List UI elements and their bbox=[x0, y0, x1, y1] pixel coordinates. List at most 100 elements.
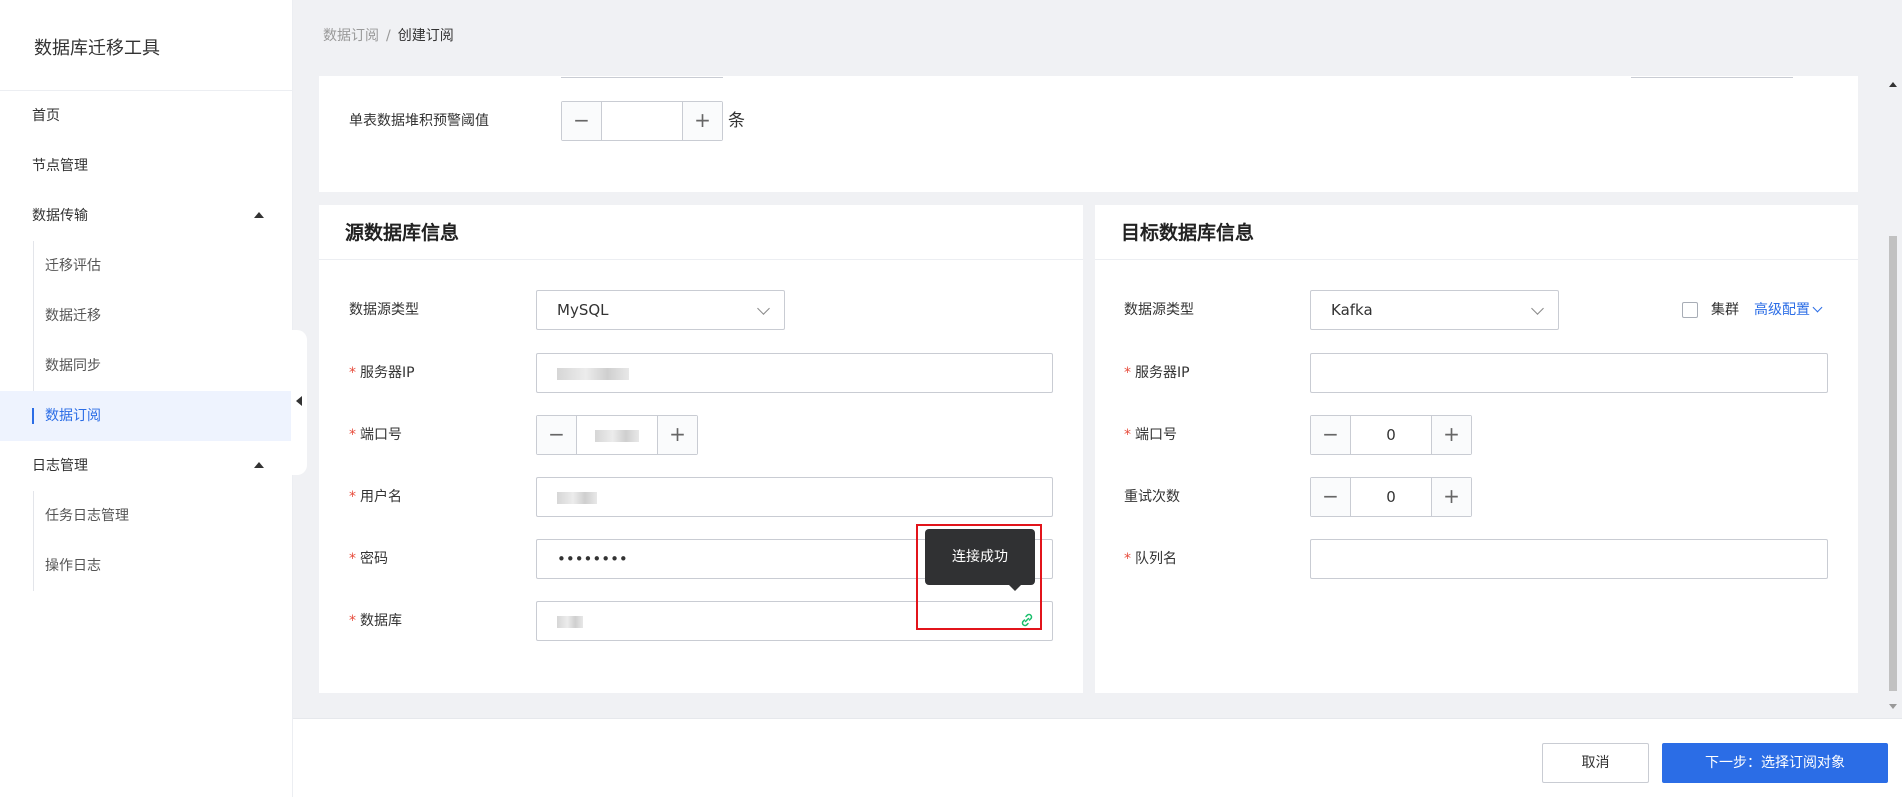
source-port-stepper[interactable]: − + bbox=[536, 415, 698, 455]
target-queue-input[interactable] bbox=[1310, 539, 1828, 579]
sidebar-item-log-management[interactable]: 日志管理 bbox=[0, 441, 292, 491]
plus-icon[interactable]: + bbox=[1431, 416, 1471, 454]
content-scrollbar[interactable] bbox=[1884, 76, 1902, 716]
sidebar-item-label: 迁移评估 bbox=[45, 258, 101, 274]
target-ip-label: * 服务器IP bbox=[1124, 353, 1190, 393]
target-queue-label-text: 队列名 bbox=[1135, 551, 1177, 567]
redacted-value bbox=[557, 367, 629, 380]
sidebar-item-home[interactable]: 首页 bbox=[0, 91, 292, 141]
source-type-label: 数据源类型 bbox=[349, 302, 419, 318]
redacted-value bbox=[557, 491, 597, 504]
minus-icon[interactable]: − bbox=[1311, 416, 1351, 454]
target-db-panel: 目标数据库信息 数据源类型 Kafka 集群 高级配置 * 服务器IP * 端口号 … bbox=[1095, 205, 1858, 693]
source-ip-label: * 服务器IP bbox=[349, 353, 415, 393]
target-type-row: 数据源类型 Kafka 集群 高级配置 bbox=[1095, 290, 1858, 330]
target-ip-row: * 服务器IP bbox=[1095, 353, 1858, 393]
source-user-label: * 用户名 bbox=[349, 477, 402, 517]
caret-up-icon bbox=[254, 462, 264, 468]
target-port-row: * 端口号 − 0 + bbox=[1095, 415, 1858, 455]
plus-icon[interactable]: + bbox=[682, 102, 722, 140]
minus-icon[interactable]: − bbox=[562, 102, 602, 140]
source-db-label-text: 数据库 bbox=[360, 613, 402, 629]
source-password-label-text: 密码 bbox=[360, 551, 388, 567]
source-ip-row: * 服务器IP bbox=[319, 353, 1083, 393]
required-mark: * bbox=[349, 489, 356, 505]
threshold-unit: 条 bbox=[728, 111, 745, 131]
sidebar-item-migration-assessment[interactable]: 迁移评估 bbox=[0, 241, 292, 291]
plus-icon[interactable]: + bbox=[657, 416, 697, 454]
sidebar-item-label: 首页 bbox=[32, 108, 60, 124]
target-retry-stepper[interactable]: − 0 + bbox=[1310, 477, 1472, 517]
sidebar-item-label: 操作日志 bbox=[45, 558, 101, 574]
source-panel-title: 源数据库信息 bbox=[319, 205, 1083, 260]
target-port-label: * 端口号 bbox=[1124, 415, 1177, 455]
sidebar-item-data-migration[interactable]: 数据迁移 bbox=[0, 291, 292, 341]
breadcrumb-parent[interactable]: 数据订阅 bbox=[323, 28, 379, 44]
submenu-log-management: 任务日志管理 操作日志 bbox=[0, 491, 292, 591]
threshold-value[interactable] bbox=[602, 102, 682, 140]
minus-icon[interactable]: − bbox=[1311, 478, 1351, 516]
redacted-value bbox=[595, 429, 639, 442]
sidebar-collapse-toggle[interactable] bbox=[291, 330, 307, 475]
threshold-stepper[interactable]: − + bbox=[561, 101, 723, 141]
chevron-down-icon bbox=[1812, 302, 1823, 313]
source-password-label: * 密码 bbox=[349, 539, 388, 579]
cluster-checkbox[interactable] bbox=[1682, 302, 1698, 318]
target-retry-value[interactable]: 0 bbox=[1351, 478, 1431, 516]
cancel-button[interactable]: 取消 bbox=[1542, 743, 1649, 783]
source-db-label: * 数据库 bbox=[349, 601, 402, 641]
stepper-partial bbox=[1631, 76, 1793, 78]
source-type-row: 数据源类型 MySQL bbox=[319, 290, 1083, 330]
source-user-input[interactable] bbox=[536, 477, 1053, 517]
source-type-select[interactable]: MySQL bbox=[536, 290, 785, 330]
target-type-label: 数据源类型 bbox=[1124, 302, 1194, 318]
scroll-down-icon[interactable] bbox=[1889, 704, 1897, 709]
source-password-value: •••••••• bbox=[557, 550, 628, 568]
advanced-config-link[interactable]: 高级配置 bbox=[1754, 290, 1823, 330]
submenu-data-transfer: 迁移评估 数据迁移 数据同步 数据订阅 bbox=[0, 241, 292, 441]
highlight-box bbox=[916, 524, 1042, 630]
required-mark: * bbox=[349, 427, 356, 443]
sidebar-item-label: 数据订阅 bbox=[45, 408, 101, 424]
plus-icon[interactable]: + bbox=[1431, 478, 1471, 516]
subscription-settings-panel: 单表数据堆积预警阈值 − + 条 bbox=[319, 76, 1858, 192]
sidebar-item-label: 数据同步 bbox=[45, 358, 101, 374]
minus-icon[interactable]: − bbox=[537, 416, 577, 454]
advanced-config-label: 高级配置 bbox=[1754, 302, 1810, 318]
target-type-select[interactable]: Kafka bbox=[1310, 290, 1559, 330]
required-mark: * bbox=[1124, 365, 1131, 381]
sidebar-item-task-logs[interactable]: 任务日志管理 bbox=[0, 491, 292, 541]
threshold-row: 单表数据堆积预警阈值 − + 条 bbox=[319, 101, 1858, 141]
source-port-value[interactable] bbox=[577, 416, 657, 454]
target-queue-row: * 队列名 bbox=[1095, 539, 1858, 579]
sidebar-item-label: 任务日志管理 bbox=[45, 508, 129, 524]
sidebar-item-data-sync[interactable]: 数据同步 bbox=[0, 341, 292, 391]
sidebar-item-node-management[interactable]: 节点管理 bbox=[0, 141, 292, 191]
source-type-value: MySQL bbox=[557, 301, 609, 319]
redacted-value bbox=[557, 615, 583, 628]
target-ip-input[interactable] bbox=[1310, 353, 1828, 393]
target-port-value[interactable]: 0 bbox=[1351, 416, 1431, 454]
target-queue-label: * 队列名 bbox=[1124, 539, 1177, 579]
scroll-up-icon[interactable] bbox=[1889, 82, 1897, 87]
source-ip-input[interactable] bbox=[536, 353, 1053, 393]
cluster-label: 集群 bbox=[1711, 302, 1739, 318]
source-port-label: * 端口号 bbox=[349, 415, 402, 455]
required-mark: * bbox=[349, 551, 356, 567]
source-port-label-text: 端口号 bbox=[360, 427, 402, 443]
target-panel-title: 目标数据库信息 bbox=[1095, 205, 1858, 260]
next-step-button[interactable]: 下一步：选择订阅对象 bbox=[1662, 743, 1888, 783]
target-port-label-text: 端口号 bbox=[1135, 427, 1177, 443]
sidebar-item-label: 数据迁移 bbox=[45, 308, 101, 324]
sidebar-item-data-subscription[interactable]: 数据订阅 bbox=[0, 391, 292, 441]
source-ip-label-text: 服务器IP bbox=[360, 365, 415, 381]
sidebar-item-operation-logs[interactable]: 操作日志 bbox=[0, 541, 292, 591]
scrollbar-thumb[interactable] bbox=[1889, 236, 1897, 691]
sidebar-menu: 首页 节点管理 数据传输 迁移评估 数据迁移 数据同步 数据订阅 日志管理 任务… bbox=[0, 91, 292, 591]
chevron-down-icon bbox=[1531, 302, 1544, 315]
target-port-stepper[interactable]: − 0 + bbox=[1310, 415, 1472, 455]
required-mark: * bbox=[1124, 427, 1131, 443]
sidebar-item-label: 数据传输 bbox=[32, 208, 88, 224]
sidebar-item-data-transfer[interactable]: 数据传输 bbox=[0, 191, 292, 241]
target-type-value: Kafka bbox=[1331, 301, 1373, 319]
